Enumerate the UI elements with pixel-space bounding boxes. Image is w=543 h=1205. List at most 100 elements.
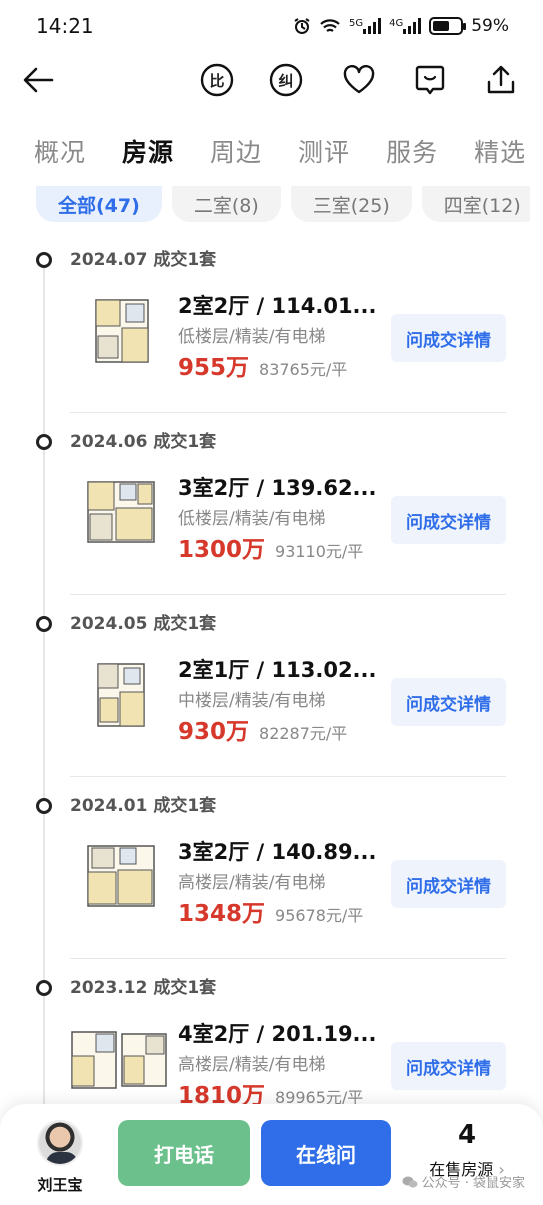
timeline-dot <box>36 798 52 814</box>
status-time: 14:21 <box>36 14 94 38</box>
divider <box>70 594 506 595</box>
unit-price: 89965元/平 <box>275 1088 364 1106</box>
transaction-date: 2023.12 成交1套 <box>70 978 217 998</box>
status-bar: 14:21 5G 4G 59% <box>0 0 543 52</box>
ask-deal-details-button[interactable]: 问成交详情 <box>391 678 506 726</box>
transaction-date: 2024.05 成交1套 <box>70 614 217 634</box>
share-button[interactable] <box>483 62 519 98</box>
timeline-dot <box>36 434 52 450</box>
listing-attributes: 低楼层/精装/有电梯 <box>178 509 326 529</box>
listing-title: 2室1厅 / 113.02... <box>178 658 377 682</box>
online-chat-button[interactable]: 在线问 <box>261 1120 391 1186</box>
transaction-date: 2024.06 成交1套 <box>70 432 217 452</box>
unit-price: 93110元/平 <box>275 542 364 561</box>
filter-3-rooms[interactable]: 三室(25) <box>290 186 412 222</box>
transaction-group: 2024.07 成交1套 2室2厅 / 114.01... 低楼层/精装/有电梯… <box>16 248 530 430</box>
transaction-group: 2024.06 成交1套 3室2厅 / 139.62... 低楼层/精装/有电梯… <box>16 430 530 612</box>
favorite-button[interactable] <box>341 62 377 98</box>
filter-2-rooms[interactable]: 二室(8) <box>171 186 281 222</box>
timeline-dot <box>36 616 52 632</box>
floorplan-image[interactable] <box>80 652 164 736</box>
filter-all[interactable]: 全部(47) <box>36 186 162 222</box>
alarm-icon <box>293 17 311 35</box>
timeline-dot <box>36 980 52 996</box>
divider <box>70 776 506 777</box>
signal-5g-icon: 5G <box>348 18 382 34</box>
onsale-count: 4 <box>457 1120 477 1150</box>
network-5g-label: 5G <box>348 18 364 29</box>
battery-icon <box>429 17 467 35</box>
floorplan-image[interactable] <box>80 288 164 372</box>
tab-featured[interactable]: 精选 <box>474 133 526 169</box>
ask-deal-details-button[interactable]: 问成交详情 <box>391 860 506 908</box>
watermark: 公众号 · 袋鼠安家 <box>402 1172 525 1191</box>
tab-overview[interactable]: 概况 <box>34 133 86 169</box>
unit-price: 95678元/平 <box>275 906 364 925</box>
total-price: 930万 <box>178 719 250 745</box>
transaction-date: 2024.01 成交1套 <box>70 796 217 816</box>
listing-price: 1348万 95678元/平 <box>178 894 363 928</box>
listing-title: 4室2厅 / 201.19... <box>178 1022 377 1046</box>
timeline-dot <box>36 252 52 268</box>
compare-button[interactable]: 比 <box>199 62 235 98</box>
signal-4g-icon: 4G <box>389 18 422 34</box>
ask-deal-details-button[interactable]: 问成交详情 <box>391 1042 506 1090</box>
listing-price: 955万 83765元/平 <box>178 348 347 382</box>
listing-price: 1810万 89965元/平 <box>178 1076 363 1106</box>
tab-services[interactable]: 服务 <box>386 133 438 169</box>
wifi-icon <box>319 17 341 35</box>
transaction-group: 2024.05 成交1套 2室1厅 / 113.02... 中楼层/精装/有电梯… <box>16 612 530 794</box>
correct-label: 纠 <box>278 71 294 90</box>
transaction-group: 2023.12 成交1套 4室2厅 / 201.19... 高楼层/精装/有电梯… <box>16 976 530 1106</box>
tab-bar: 概况 房源 周边 测评 服务 精选 <box>0 124 543 178</box>
heart-icon <box>343 65 375 94</box>
arrow-left-icon <box>23 67 54 93</box>
avatar[interactable] <box>37 1120 83 1166</box>
listing-title: 3室2厅 / 140.89... <box>178 840 377 864</box>
filter-4-rooms[interactable]: 四室(12) <box>421 186 530 222</box>
correct-button[interactable]: 纠 <box>268 62 304 98</box>
floorplan-image[interactable] <box>80 470 164 554</box>
listing-price: 1300万 93110元/平 <box>178 530 363 564</box>
message-button[interactable] <box>412 62 448 98</box>
back-button[interactable] <box>20 62 56 98</box>
divider <box>70 412 506 413</box>
watermark-text: 公众号 · 袋鼠安家 <box>421 1176 525 1191</box>
unit-price: 82287元/平 <box>259 724 348 743</box>
room-filter-chips: 全部(47) 二室(8) 三室(25) 四室(12) <box>36 186 530 222</box>
ask-deal-details-button[interactable]: 问成交详情 <box>391 496 506 544</box>
bottom-action-bar: 刘王宝 打电话 在线问 4 在售房源 › 公众号 · 袋鼠安家 <box>0 1104 543 1205</box>
listing-title: 3室2厅 / 139.62... <box>178 476 377 500</box>
battery-percent: 59% <box>471 16 509 36</box>
compare-label: 比 <box>209 71 225 90</box>
listing-attributes: 高楼层/精装/有电梯 <box>178 873 326 893</box>
transaction-date: 2024.07 成交1套 <box>70 250 217 270</box>
tab-listings[interactable]: 房源 <box>122 133 174 169</box>
onsale-listings-link[interactable]: 4 在售房源 › <box>412 1120 522 1180</box>
share-icon <box>487 65 515 94</box>
total-price: 955万 <box>178 355 250 381</box>
listing-attributes: 中楼层/精装/有电梯 <box>178 691 326 711</box>
call-button[interactable]: 打电话 <box>118 1120 250 1186</box>
total-price: 1300万 <box>178 537 266 563</box>
unit-price: 83765元/平 <box>259 360 348 379</box>
total-price: 1810万 <box>178 1083 266 1106</box>
floorplan-image[interactable] <box>70 1016 170 1100</box>
agent-name: 刘王宝 <box>37 1176 83 1194</box>
tab-reviews[interactable]: 测评 <box>298 133 350 169</box>
listing-title: 2室2厅 / 114.01... <box>178 294 377 318</box>
network-4g-label: 4G <box>389 18 404 29</box>
listing-attributes: 低楼层/精装/有电梯 <box>178 327 326 347</box>
floorplan-image[interactable] <box>80 834 164 918</box>
divider <box>70 958 506 959</box>
ask-deal-details-button[interactable]: 问成交详情 <box>391 314 506 362</box>
listing-price: 930万 82287元/平 <box>178 712 347 746</box>
transaction-list: 全部(47) 二室(8) 三室(25) 四室(12) 2024.07 成交1套 … <box>16 186 530 1106</box>
status-icons: 5G 4G 59% <box>293 16 509 36</box>
chat-icon <box>415 65 445 95</box>
listing-attributes: 高楼层/精装/有电梯 <box>178 1055 326 1075</box>
wechat-icon <box>402 1176 418 1188</box>
transaction-group: 2024.01 成交1套 3室2厅 / 140.89... 高楼层/精装/有电梯… <box>16 794 530 976</box>
tab-surroundings[interactable]: 周边 <box>210 133 262 169</box>
agent-profile[interactable]: 刘王宝 <box>28 1120 92 1195</box>
